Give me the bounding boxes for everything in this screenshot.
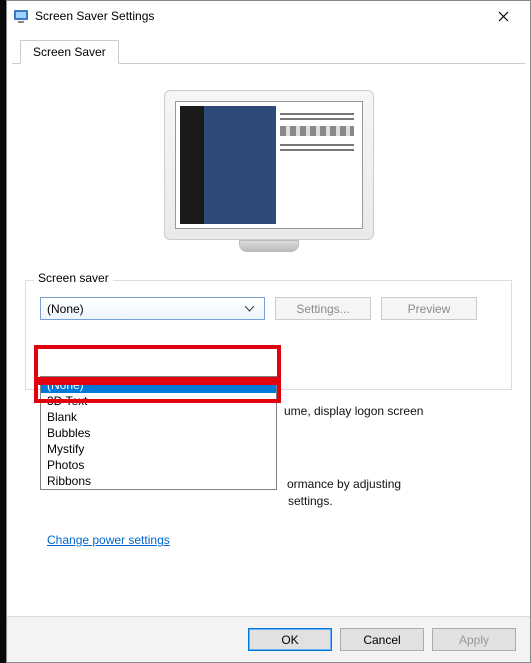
screen-saver-group: Screen saver (None) Settings... Preview [25, 280, 512, 390]
close-button[interactable] [481, 2, 526, 30]
cancel-button[interactable]: Cancel [340, 628, 424, 651]
monitor-preview [164, 90, 374, 260]
window-title: Screen Saver Settings [35, 9, 481, 23]
dropdown-selected: (None) [47, 302, 84, 316]
settings-button[interactable]: Settings... [275, 297, 371, 320]
screen-saver-dropdown[interactable]: (None) [40, 297, 265, 320]
option-none[interactable]: (None) [41, 377, 276, 393]
resume-text-fragment: ume, display logon screen [284, 404, 423, 418]
option-3d-text[interactable]: 3D Text [41, 393, 276, 409]
option-bubbles[interactable]: Bubbles [41, 425, 276, 441]
screen-saver-icon [13, 8, 29, 24]
change-power-settings-link[interactable]: Change power settings [47, 533, 170, 547]
close-icon [498, 11, 509, 22]
option-photos[interactable]: Photos [41, 457, 276, 473]
screen-saver-dropdown-list[interactable]: (None) 3D Text Blank Bubbles Mystify Pho… [40, 376, 277, 490]
option-ribbons[interactable]: Ribbons [41, 473, 276, 489]
apply-button[interactable]: Apply [432, 628, 516, 651]
tab-screen-saver[interactable]: Screen Saver [20, 40, 119, 64]
screen-saver-settings-window: Screen Saver Settings Screen Saver [6, 0, 531, 663]
dialog-button-bar: OK Cancel Apply [7, 616, 530, 662]
power-hint-fragment-2: settings. [288, 494, 333, 508]
power-link-wrap: Change power settings [47, 531, 170, 549]
monitor-screen [175, 101, 363, 229]
option-mystify[interactable]: Mystify [41, 441, 276, 457]
preview-button[interactable]: Preview [381, 297, 477, 320]
ok-button[interactable]: OK [248, 628, 332, 651]
option-blank[interactable]: Blank [41, 409, 276, 425]
group-legend: Screen saver [34, 271, 113, 285]
monitor-stand [239, 240, 299, 252]
titlebar: Screen Saver Settings [7, 1, 530, 31]
tab-row: Screen Saver [12, 31, 525, 64]
chevron-down-icon [241, 300, 258, 317]
monitor-frame [164, 90, 374, 240]
power-hint-fragment-1: ormance by adjusting [287, 477, 401, 491]
